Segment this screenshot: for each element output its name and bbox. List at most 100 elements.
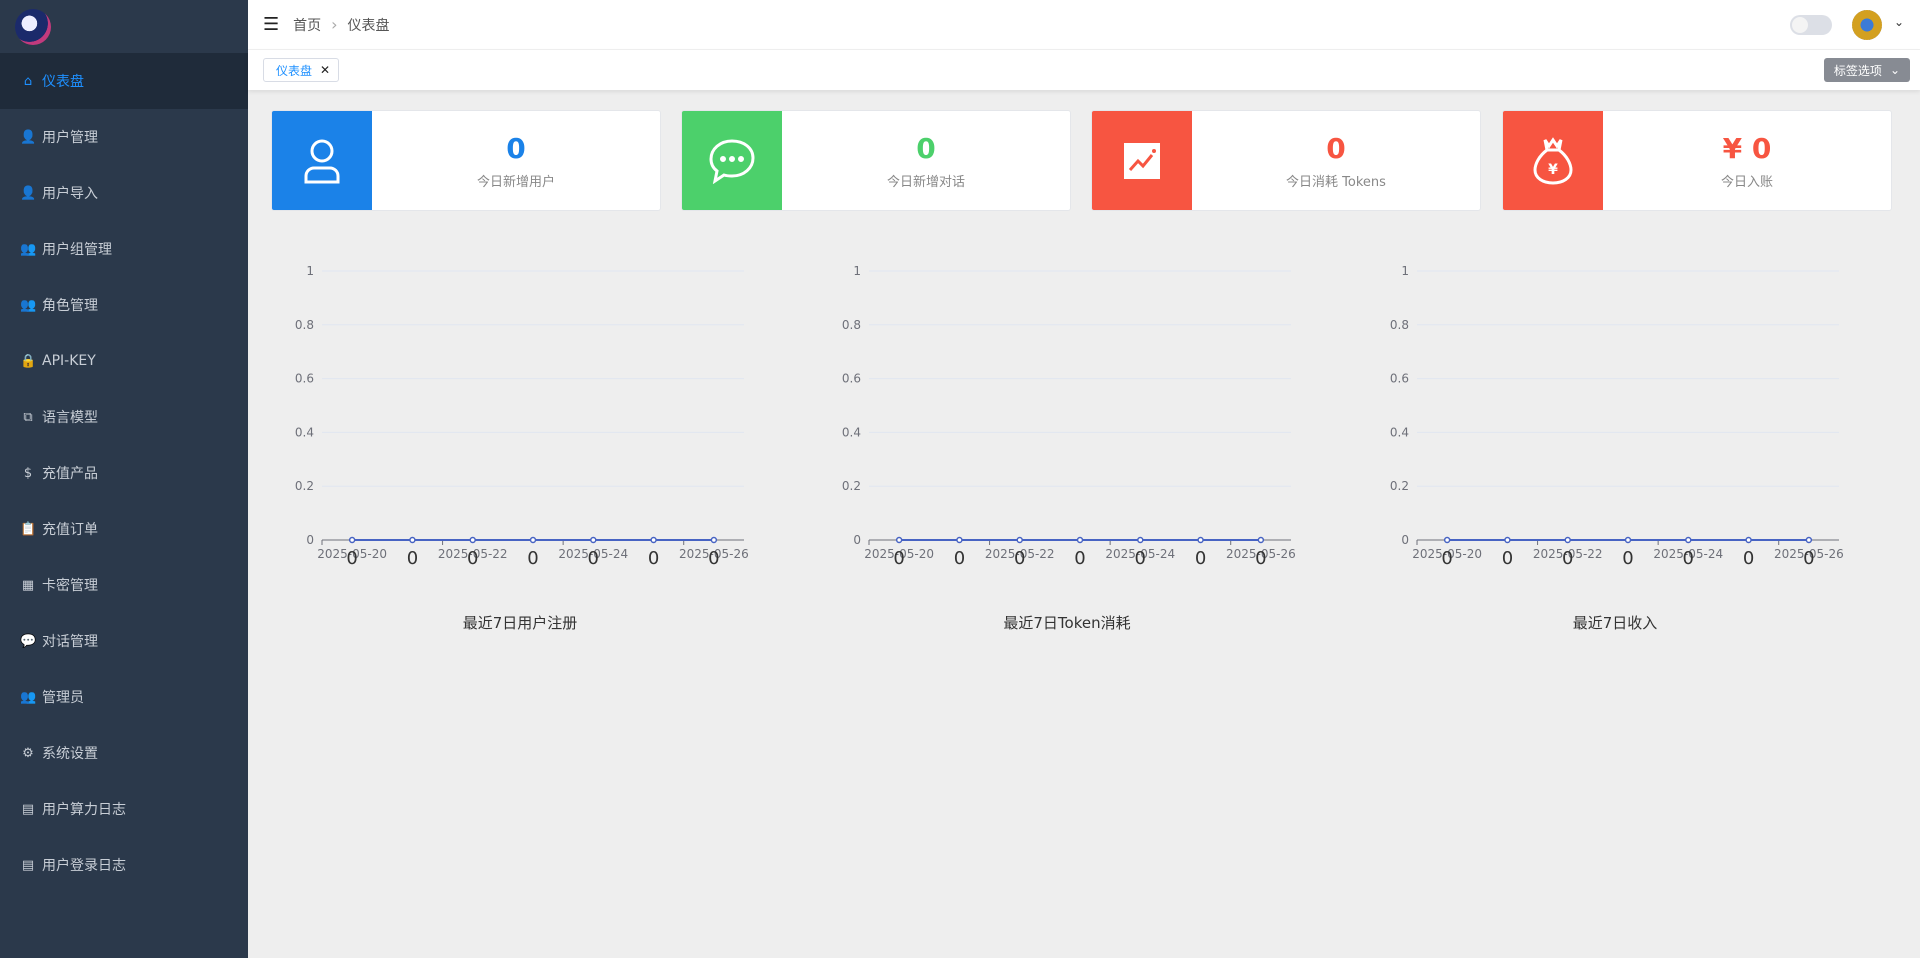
cubes-icon: ⧉ [23, 409, 33, 425]
home-icon: ⌂ [23, 73, 33, 89]
y-tick-label: 0.2 [1390, 479, 1409, 493]
tag-options-button[interactable]: 标签选项 ⌄ [1823, 58, 1910, 82]
sidebar-item-label: 对话管理 [42, 634, 98, 650]
y-tick-label: 0.4 [295, 425, 314, 439]
breadcrumb-home[interactable]: 首页 [293, 15, 321, 35]
theme-toggle[interactable] [1790, 15, 1832, 35]
y-tick-label: 0.4 [1390, 425, 1409, 439]
data-label: 0 [648, 548, 659, 569]
data-point [650, 536, 657, 544]
sidebar-item-label: 角色管理 [42, 298, 98, 314]
data-point [1624, 536, 1632, 544]
chevron-down-icon: ⌄ [1889, 63, 1900, 77]
logo-image [15, 8, 51, 45]
menu-toggle-icon[interactable]: ☰ [263, 14, 279, 35]
sidebar-item-13[interactable]: ▤ 用户算力日志 [0, 781, 248, 837]
y-tick-label: 0 [306, 533, 314, 547]
data-point [1257, 536, 1265, 544]
line-chart: 00.20.40.60.812025-05-20 2025-05-22 2025-0… [842, 264, 1296, 569]
trend-chart-icon [1092, 111, 1192, 210]
data-label: 0 [1683, 548, 1694, 569]
sidebar-item-9[interactable]: ▦ 卡密管理 [0, 557, 248, 613]
stat-value: 0 [1326, 131, 1346, 165]
sidebar-item-12[interactable]: ⚙ 系统设置 [0, 725, 248, 781]
sidebar-item-label: 管理员 [42, 690, 84, 706]
dollar-icon: $ [23, 465, 33, 481]
y-tick-label: 0.6 [842, 372, 861, 386]
data-label: 0 [1562, 548, 1573, 569]
data-label: 0 [1074, 548, 1085, 569]
close-icon[interactable]: ✕ [320, 63, 330, 77]
sidebar-item-label: 仪表盘 [42, 74, 84, 90]
money-bag-icon: ¥ [1503, 111, 1603, 210]
data-point [1076, 536, 1084, 544]
chart-0: 0 0.2 0.4 0.6 0.8 1 2025-05-20 2025-05-22 2025-0… [270, 250, 770, 650]
chat-icon: 💬 [20, 633, 37, 649]
data-point [956, 536, 963, 544]
tab-dashboard[interactable]: 仪表盘 ✕ [263, 58, 340, 82]
y-tick-label: 1 [306, 264, 314, 278]
data-point [590, 536, 597, 544]
gear-icon: ⚙ [22, 745, 34, 761]
sidebar-item-11[interactable]: 👥 管理员 [0, 669, 248, 725]
sidebar-item-8[interactable]: 📋 充值订单 [0, 501, 248, 557]
tags-bar: 仪表盘 ✕ 标签选项 ⌄ [248, 50, 1920, 90]
group-icon: 👥 [20, 297, 37, 313]
y-tick-label: 0.6 [295, 372, 314, 386]
sidebar: ⌂ 仪表盘 👤 用户管理 👤 用户导入 👥 用户组管理 👥 角色管理 🔒 API-KEY ⧉ 语言模型 $ 充… [0, 0, 248, 958]
chevron-down-icon[interactable]: ⌄ [1894, 15, 1904, 29]
data-point [1745, 536, 1752, 544]
stat-card-1: 0 今日新增对话 [681, 110, 1071, 211]
stat-card-3: ¥ ¥ 0 今日入账 [1502, 110, 1892, 211]
data-point [409, 536, 416, 544]
list-icon: ▤ [21, 857, 35, 873]
sidebar-item-label: 用户算力日志 [42, 802, 126, 818]
sidebar-item-6[interactable]: ⧉ 语言模型 [0, 389, 248, 445]
y-tick-label: 0.2 [842, 479, 861, 493]
y-tick-label: 0.8 [1390, 318, 1409, 332]
y-tick-label: 0.4 [842, 425, 861, 439]
sidebar-item-3[interactable]: 👥 用户组管理 [0, 221, 248, 277]
line-chart: 00.20.40.60.812025-05-20 2025-05-22 2025-0… [1390, 264, 1844, 569]
sidebar-item-0[interactable]: ⌂ 仪表盘 [0, 53, 248, 109]
data-point [1016, 536, 1023, 544]
sidebar-item-14[interactable]: ▤ 用户登录日志 [0, 837, 248, 893]
sidebar-item-10[interactable]: 💬 对话管理 [0, 613, 248, 669]
sidebar-item-4[interactable]: 👥 角色管理 [0, 277, 248, 333]
logo[interactable] [0, 0, 248, 53]
chart-title: 最近7日用户注册 [462, 614, 578, 632]
group-icon: 👥 [20, 689, 37, 705]
avatar[interactable] [1852, 10, 1882, 40]
sidebar-item-label: 用户管理 [42, 130, 98, 146]
data-label: 0 [1803, 548, 1814, 569]
data-label: 0 [588, 548, 599, 569]
sidebar-item-label: 卡密管理 [42, 578, 98, 594]
data-point [710, 536, 718, 544]
data-label: 0 [893, 548, 904, 569]
tab-label: 仪表盘 [276, 63, 313, 78]
data-point [1137, 536, 1144, 544]
data-label: 0 [1014, 548, 1025, 569]
sidebar-item-5[interactable]: 🔒 API-KEY [0, 333, 248, 389]
data-label: 0 [1502, 548, 1513, 569]
stat-label: 今日消耗 Tokens [1286, 174, 1386, 190]
chat-icon [682, 111, 782, 210]
chart-2: 0 0.2 0.4 0.6 0.8 1 2025-05-20 2025-05-22 2025-0… [1365, 250, 1865, 650]
svg-text:¥: ¥ [1548, 162, 1558, 178]
y-tick-label: 1 [853, 264, 861, 278]
data-point [1197, 536, 1204, 544]
stat-card-0: 0 今日新增用户 [271, 110, 661, 211]
data-label: 0 [1622, 548, 1633, 569]
stat-label: 今日新增对话 [886, 174, 965, 190]
data-point [1443, 536, 1451, 544]
chevron-right-icon: › [331, 15, 338, 34]
user-icon: 👤 [20, 129, 37, 145]
sidebar-item-2[interactable]: 👤 用户导入 [0, 165, 248, 221]
data-point [1685, 536, 1692, 544]
stat-card-2: 0 今日消耗 Tokens [1091, 110, 1481, 211]
sidebar-item-1[interactable]: 👤 用户管理 [0, 109, 248, 165]
data-label: 0 [1195, 548, 1206, 569]
data-label: 0 [467, 548, 478, 569]
list-icon: ▤ [21, 801, 35, 817]
sidebar-item-7[interactable]: $ 充值产品 [0, 445, 248, 501]
